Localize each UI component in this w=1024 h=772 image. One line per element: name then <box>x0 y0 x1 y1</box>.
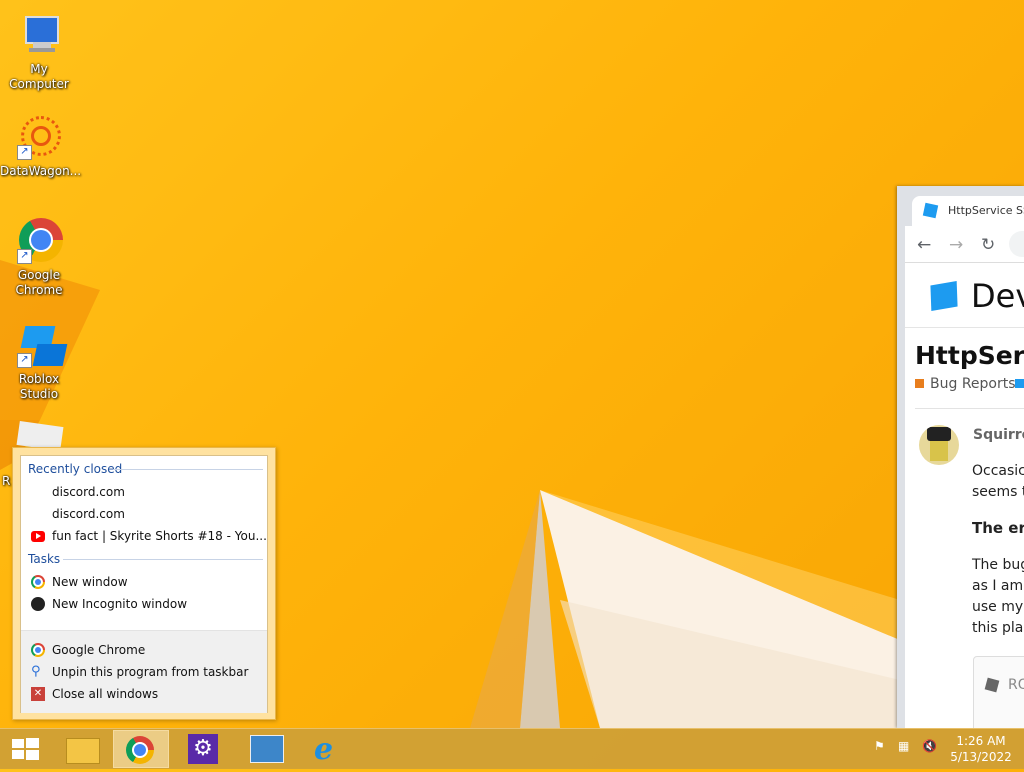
jumplist-item-label: Close all windows <box>52 687 159 701</box>
shortcut-arrow-icon: ↗ <box>17 249 32 264</box>
network-icon[interactable]: ▦ <box>898 739 909 753</box>
jumplist-item-label: New Incognito window <box>52 597 188 611</box>
back-arrow-icon[interactable]: ← <box>917 235 931 255</box>
taskbar-control-panel[interactable] <box>238 730 294 768</box>
youtube-icon <box>31 531 45 542</box>
category-link[interactable]: Bug Reports <box>915 376 1016 392</box>
incognito-icon <box>31 597 45 611</box>
computer-icon <box>15 12 63 60</box>
jumplist-item-label: discord.com <box>52 485 125 499</box>
browser-tab[interactable]: HttpService SS <box>912 196 1024 226</box>
jumplist-header-recently-closed: Recently closed <box>28 462 123 476</box>
post-username[interactable]: Squirre <box>973 427 1024 443</box>
page-content: Dev HttpServ Bug Reports Squirre Occasic… <box>905 262 1024 728</box>
close-icon: ✕ <box>31 687 45 701</box>
jumplist-item-label: fun fact | Skyrite Shorts #18 - You... <box>52 529 267 543</box>
browser-toolbar: ← → ↻ <box>905 226 1024 262</box>
forward-arrow-icon[interactable]: → <box>949 235 963 255</box>
jumplist-item-label: New window <box>52 575 128 589</box>
taskbar-google-chrome[interactable] <box>113 730 169 768</box>
clock[interactable]: 1:26 AM 5/13/2022 <box>946 733 1016 765</box>
datawagon-icon: ↗ <box>15 114 63 162</box>
jumplist-item-recent[interactable]: fun fact | Skyrite Shorts #18 - You... <box>31 526 267 547</box>
jumplist-item-label: Unpin this program from taskbar <box>52 665 249 679</box>
jumplist-item-new-window[interactable]: New window <box>31 572 263 593</box>
divider <box>915 408 1024 409</box>
category-color-icon <box>915 379 924 388</box>
jumplist-item-close-all[interactable]: ✕ Close all windows <box>31 684 263 705</box>
jumplist-item-recent[interactable]: discord.com <box>31 504 263 525</box>
jumplist-item-google-chrome[interactable]: Google Chrome <box>31 640 263 661</box>
windows-logo-icon <box>12 738 39 760</box>
desktop-icon-my-computer[interactable]: My Computer <box>0 8 78 92</box>
desktop-icon-roblox-studio[interactable]: ↗ Roblox Studio <box>0 318 78 402</box>
desktop-icon-label: DataWagon... <box>0 164 82 178</box>
folder-icon <box>66 738 100 764</box>
post-text: this plac <box>972 620 1024 636</box>
site-header: Dev <box>905 263 1024 328</box>
clock-date: 5/13/2022 <box>950 750 1012 764</box>
category-color-icon <box>1015 379 1024 388</box>
volume-muted-icon[interactable]: 🔇 <box>922 739 937 753</box>
post-heading: The er <box>972 519 1024 537</box>
avatar[interactable] <box>919 425 959 465</box>
desktop-icon-label: My Computer <box>9 62 69 91</box>
chrome-icon <box>126 736 154 764</box>
desktop-icon-label: Google Chrome <box>15 268 63 297</box>
taskbar: ⚙ e ⚑ ▦ 🔇 1:26 AM 5/13/2022 <box>0 728 1024 769</box>
roblox-logo-icon <box>984 677 1000 693</box>
category-label: Bug Reports <box>930 376 1016 392</box>
jumplist-footer: Google Chrome ⚲ Unpin this program from … <box>21 630 267 713</box>
jumplist-item-new-incognito[interactable]: New Incognito window <box>31 594 263 615</box>
taskbar-internet-explorer[interactable]: e <box>300 730 356 768</box>
chrome-window[interactable]: HttpService SS ← → ↻ Dev HttpServ Bug Re… <box>897 186 1024 728</box>
chrome-icon: ↗ <box>15 218 63 266</box>
taskbar-file-explorer[interactable] <box>54 730 110 768</box>
roblox-studio-icon: ↗ <box>15 322 68 370</box>
quote-box[interactable]: RO <box>973 656 1024 728</box>
site-header-title[interactable]: Dev <box>971 277 1024 315</box>
start-button[interactable] <box>0 730 50 768</box>
category-link[interactable] <box>1015 376 1024 392</box>
post-text: The bug <box>972 557 1024 573</box>
chrome-icon <box>31 575 45 589</box>
shortcut-arrow-icon: ↗ <box>17 353 32 368</box>
desktop-icon-google-chrome[interactable]: ↗ Google Chrome <box>0 214 78 298</box>
chrome-icon <box>31 643 45 657</box>
shortcut-arrow-icon: ↗ <box>17 145 32 160</box>
jumplist-item-recent[interactable]: discord.com <box>31 482 263 503</box>
post-text: Occasic <box>972 463 1024 479</box>
tab-title: HttpService SS <box>948 204 1024 217</box>
jumplist-item-unpin[interactable]: ⚲ Unpin this program from taskbar <box>31 662 263 683</box>
divider <box>63 559 263 560</box>
divider <box>113 469 263 470</box>
jumplist-item-label: discord.com <box>52 507 125 521</box>
action-center-flag-icon[interactable]: ⚑ <box>874 739 885 753</box>
desktop-icon-datawagon[interactable]: ↗ DataWagon... <box>0 110 82 179</box>
clock-time: 1:26 AM <box>956 734 1006 748</box>
reload-icon[interactable]: ↻ <box>981 235 995 255</box>
chrome-jump-list: Recently closed discord.com discord.com … <box>12 447 276 720</box>
address-bar[interactable] <box>1009 231 1024 257</box>
quote-text: RO <box>1008 677 1024 693</box>
unpin-icon: ⚲ <box>31 664 41 679</box>
desktop-icon-label: Roblox Studio <box>18 372 60 401</box>
post-text: seems t <box>972 484 1024 500</box>
jumplist-header-tasks: Tasks <box>28 552 61 566</box>
control-panel-icon <box>250 735 284 763</box>
post-text: use my <box>972 599 1024 615</box>
post-text: as I am <box>972 578 1024 594</box>
roblox-favicon-icon <box>922 202 939 219</box>
gear-icon: ⚙ <box>188 734 218 764</box>
internet-explorer-icon: e <box>314 732 334 767</box>
jumplist-item-label: Google Chrome <box>52 643 146 657</box>
roblox-logo-icon[interactable] <box>930 280 958 312</box>
taskbar-settings[interactable]: ⚙ <box>176 730 232 768</box>
post-title[interactable]: HttpServ <box>915 341 1024 370</box>
